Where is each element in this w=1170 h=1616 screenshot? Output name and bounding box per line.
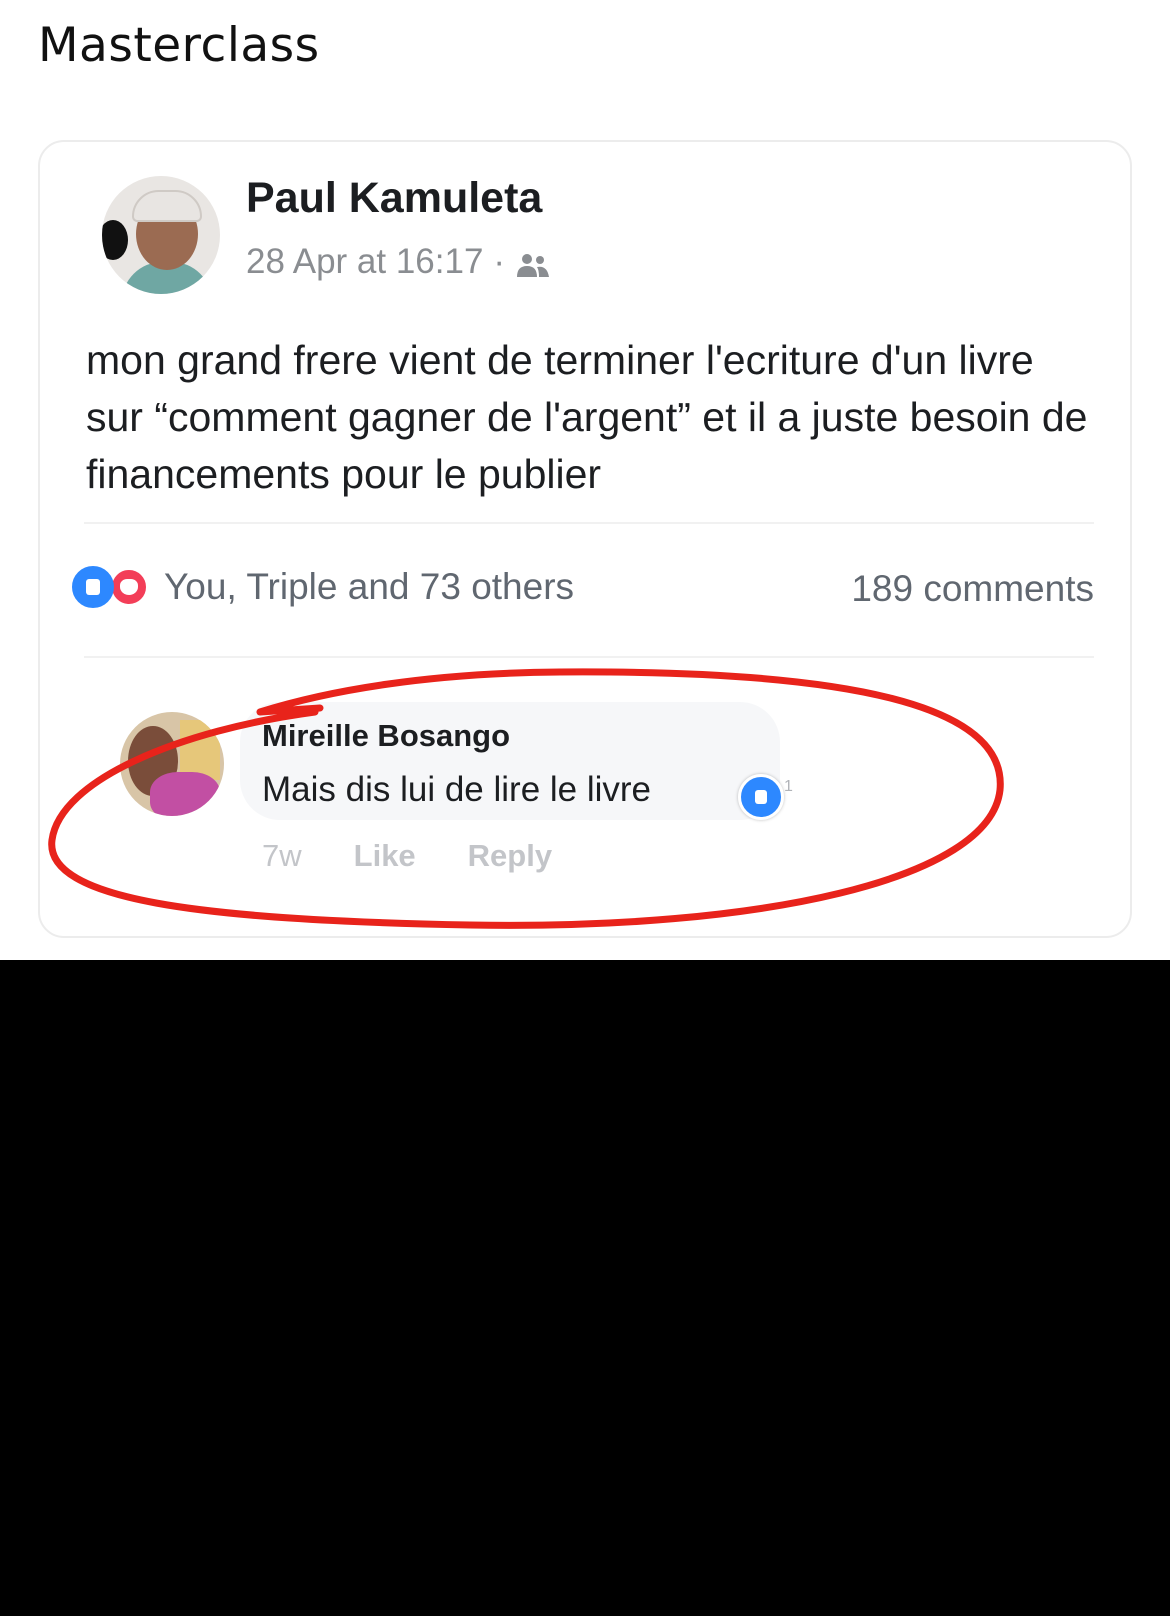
facebook-post-card: Paul Kamuleta 28 Apr at 16:17 · mon gran… <box>38 140 1132 938</box>
divider <box>84 656 1094 658</box>
post-text: mon grand frere vient de terminer l'ecri… <box>86 337 1088 497</box>
comments-count[interactable]: 189 comments <box>851 568 1094 610</box>
screenshot-area: Masterclass Paul Kamuleta 28 Apr at 16:1… <box>0 0 1170 960</box>
comment-like-count: 1 <box>784 778 793 795</box>
divider <box>84 522 1094 524</box>
post-timestamp[interactable]: 28 Apr at 16:17 <box>246 242 483 282</box>
post-meta: 28 Apr at 16:17 · <box>246 242 551 282</box>
comment-author-name[interactable]: Mireille Bosango <box>262 718 510 754</box>
comment-time: 7w <box>262 838 302 873</box>
reactions-summary[interactable]: You, Triple and 73 others <box>72 566 574 608</box>
post-author-avatar[interactable] <box>102 176 220 294</box>
comment-text: Mais dis lui de lire le livre <box>262 770 652 809</box>
reactions-text: You, Triple and 73 others <box>164 566 575 607</box>
comment-reply-button[interactable]: Reply <box>468 838 552 874</box>
comment-like-icon[interactable] <box>738 774 784 820</box>
love-reaction-icon <box>108 566 150 608</box>
like-reaction-icon <box>72 566 114 608</box>
post-author-name[interactable]: Paul Kamuleta <box>246 174 542 223</box>
comment-like-button[interactable]: Like <box>354 838 416 874</box>
comment-author-avatar[interactable] <box>120 712 224 816</box>
meta-separator: · <box>493 242 506 281</box>
comment-actions: 7w Like Reply <box>262 838 552 874</box>
friends-icon <box>515 248 551 277</box>
caption-title: Masterclass <box>38 18 320 73</box>
